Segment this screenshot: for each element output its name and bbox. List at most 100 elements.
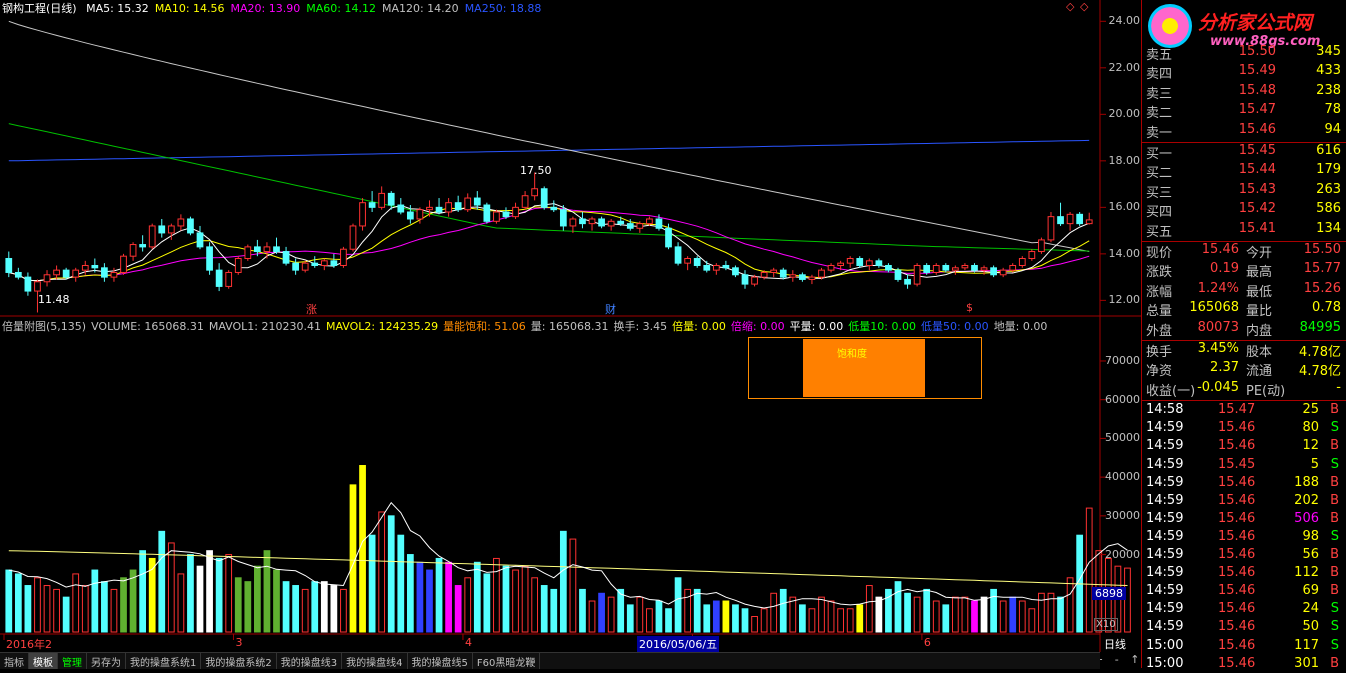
- corner-diamond-icon[interactable]: ◇: [1066, 0, 1074, 13]
- ma-label-4: MA120: 14.20: [381, 2, 459, 15]
- candle-body-1: [14, 271, 22, 278]
- volume-bar-40: [387, 515, 395, 633]
- tick-time: 14:59: [1146, 583, 1184, 599]
- volume-bar-30: [292, 585, 299, 633]
- fund-value-1: 2.37: [1210, 360, 1239, 376]
- candle-body-59: [569, 218, 577, 227]
- volume-bar-14: [139, 550, 147, 633]
- volume-bar-3: [34, 577, 41, 633]
- volume-bar-117: [1124, 567, 1131, 633]
- candle-body-104: [999, 269, 1007, 276]
- volume-bar-76: [732, 604, 739, 633]
- fund-value-1: 3.45%: [1197, 341, 1239, 356]
- tick-side: B: [1330, 510, 1339, 526]
- toolbar-tab-7[interactable]: 我的操盘线4: [342, 653, 408, 669]
- candle-body-36: [349, 225, 357, 250]
- tick-row-3: 14:59 15.45 5 S: [1142, 457, 1346, 474]
- toolbar-tab-5[interactable]: 我的操盘系统2: [201, 653, 277, 669]
- candle-body-102: [980, 267, 988, 271]
- volume-bar-6: [62, 596, 70, 633]
- candle-body-23: [225, 271, 233, 287]
- volume-bar-71: [684, 588, 692, 633]
- candle-body-86: [827, 264, 835, 271]
- volume-bar-98: [942, 604, 950, 633]
- candle-body-47: [454, 202, 462, 211]
- tick-time: 14:59: [1146, 547, 1184, 562]
- volume-bar-67: [646, 608, 653, 633]
- scroll-up-icon[interactable]: ↑: [1130, 653, 1139, 666]
- vol-tick-label-2: 40000: [1105, 470, 1140, 484]
- toolbar-tab-4[interactable]: 我的操盘系统1: [126, 653, 202, 669]
- tick-side: B: [1330, 655, 1339, 671]
- volume-bar-43: [416, 561, 424, 633]
- candle-body-32: [311, 262, 319, 266]
- tick-vol: 24: [1302, 601, 1319, 617]
- tick-time: 14:59: [1146, 565, 1184, 581]
- candle-body-48: [464, 197, 472, 211]
- volume-bar-63: [607, 596, 615, 633]
- sell-vol: 94: [1324, 121, 1341, 137]
- tick-vol: 69: [1302, 583, 1319, 599]
- volume-bar-9: [91, 569, 99, 633]
- candle-body-106: [1018, 258, 1026, 266]
- buy-vol: 134: [1316, 220, 1341, 236]
- buy-label: 买一: [1146, 147, 1173, 162]
- mark-cai[interactable]: 财: [605, 301, 616, 317]
- candle-body-16: [158, 225, 166, 234]
- period-label[interactable]: 日线: [1104, 636, 1126, 652]
- buy-price: 15.43: [1238, 181, 1276, 197]
- toolbar-tab-3[interactable]: 另存为: [87, 653, 126, 669]
- volume-bar-107: [1028, 608, 1036, 633]
- candle-body-112: [1076, 213, 1084, 225]
- buy-row-2: 买三 15.43 263: [1142, 182, 1346, 201]
- vol-label-6: 换手: 3.45: [613, 320, 668, 333]
- candle-body-13: [129, 244, 137, 257]
- tick-vol: 506: [1294, 510, 1319, 526]
- tick-price: 15.46: [1218, 492, 1256, 508]
- stat-row-4: 外盘 80073 内盘 84995: [1142, 320, 1346, 339]
- tick-vol: 25: [1302, 402, 1319, 418]
- low-annotation: 11.48: [38, 293, 70, 306]
- volume-bar-79: [760, 608, 768, 633]
- mark-s[interactable]: $: [966, 301, 973, 314]
- volume-bar-28: [273, 569, 280, 633]
- zoom-out-icon[interactable]: -: [1115, 653, 1119, 666]
- volume-bar-75: [722, 600, 730, 633]
- toolbar-tab-2[interactable]: 管理: [58, 653, 87, 669]
- sell-label: 卖五: [1146, 48, 1173, 63]
- candle-body-111: [1066, 213, 1074, 225]
- scale-label[interactable]: X10: [1094, 618, 1118, 631]
- toolbar-tab-0[interactable]: 指标: [0, 653, 29, 669]
- vol-label-0: 倍量附图(5,135): [2, 320, 87, 333]
- tick-price: 15.46: [1218, 655, 1256, 671]
- toolbar-tab-6[interactable]: 我的操盘线3: [277, 653, 343, 669]
- volume-bar-36: [349, 484, 357, 633]
- stock-title: 钢构工程(日线): [2, 2, 77, 15]
- vol-label-4: 量能饱和: 51.06: [443, 320, 526, 333]
- candle-body-67: [646, 218, 653, 225]
- zoom-controls[interactable]: + - ↑: [1094, 653, 1139, 666]
- candle-body-10: [101, 267, 108, 278]
- tick-price: 15.46: [1218, 637, 1256, 653]
- candle-body-63: [607, 220, 615, 227]
- mark-zhang[interactable]: 涨: [306, 301, 317, 317]
- volume-bar-35: [340, 588, 347, 633]
- volume-bar-0: [5, 569, 13, 633]
- sell-price: 15.48: [1238, 82, 1276, 98]
- toolbar-tab-8[interactable]: 我的操盘线5: [408, 653, 473, 669]
- tick-time: 14:59: [1146, 510, 1184, 526]
- candle-body-74: [712, 264, 720, 271]
- volume-bar-7: [72, 573, 80, 633]
- volume-bar-53: [512, 569, 519, 633]
- toolbar-tab-1[interactable]: 模板: [29, 653, 58, 669]
- corner-diamond-icon-2[interactable]: ◇: [1080, 0, 1088, 13]
- candle-body-7: [72, 269, 80, 278]
- tick-row-7: 14:59 15.46 98 S: [1142, 529, 1346, 546]
- candle-body-68: [655, 218, 663, 229]
- candle-body-43: [416, 209, 424, 220]
- toolbar-tab-9[interactable]: F60黑暗龙鞭: [473, 653, 541, 669]
- stat-value-1: 80073: [1197, 319, 1239, 335]
- volume-bar-85: [818, 596, 825, 633]
- candle-body-90: [865, 260, 873, 266]
- volume-bar-84: [808, 608, 816, 633]
